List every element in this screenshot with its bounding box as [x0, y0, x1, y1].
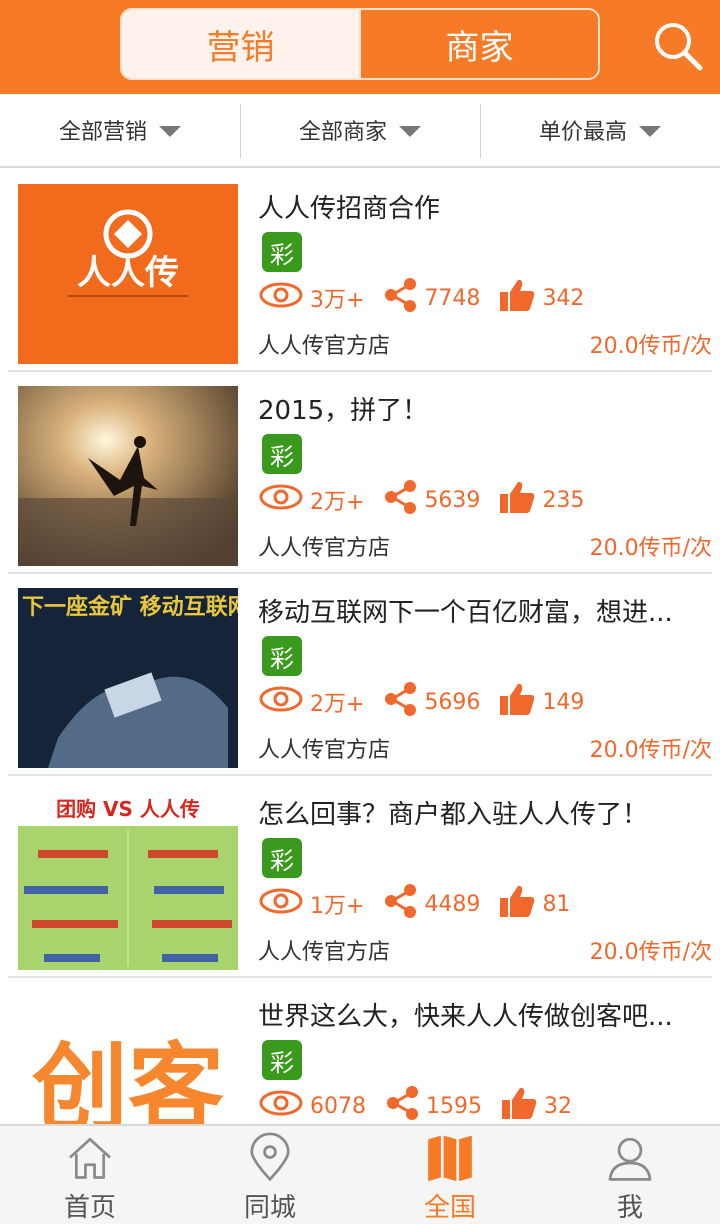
- item-title: 世界这么大，快来人人传做创客吧...: [258, 1002, 673, 1032]
- nav-me[interactable]: 我: [540, 1126, 720, 1224]
- map-icon: [428, 1135, 472, 1182]
- item-stats: 2万+ 5639 235: [258, 480, 602, 520]
- list-item[interactable]: 团购 VS 人人传 怎么回事？商户都入驻人人传了！ 彩 1万+ 4489 81 …: [8, 776, 712, 978]
- nav-label: 我: [616, 1193, 643, 1223]
- filter-sort[interactable]: 单价最高: [480, 94, 720, 166]
- likes-count: 81: [542, 891, 571, 917]
- shares-count: 5639: [424, 487, 481, 513]
- item-stats: 1万+ 4489 81: [258, 884, 588, 924]
- nav-local[interactable]: 同城: [180, 1126, 360, 1224]
- views-count: 3万+: [310, 288, 365, 313]
- shares-count: 1595: [426, 1093, 482, 1119]
- item-title: 2015，拼了！: [258, 396, 429, 426]
- thumb-headline: 创客: [31, 1033, 224, 1124]
- item-title: 怎么回事？商户都入驻人人传了！: [258, 800, 649, 830]
- nav-home[interactable]: 首页: [0, 1126, 180, 1224]
- thumbs-up-icon: [498, 681, 536, 723]
- item-title: 人人传招商合作: [258, 194, 441, 224]
- nav-label: 首页: [63, 1193, 116, 1223]
- item-price: 20.0传币/次: [589, 536, 712, 561]
- item-thumbnail: 团购 VS 人人传: [18, 790, 238, 970]
- item-stats: 3万+ 7748 342: [258, 278, 602, 318]
- color-badge: 彩: [262, 232, 302, 272]
- nav-label: 全国: [423, 1193, 476, 1223]
- share-icon: [382, 883, 418, 925]
- home-icon: [69, 1137, 111, 1179]
- eye-icon: [258, 886, 304, 922]
- likes-count: 235: [542, 487, 585, 513]
- nav-label: 同城: [243, 1193, 296, 1223]
- marketing-list: 人人传 人人传招商合作 彩 3万+ 7748 342 人人传官方店 20.0传币…: [0, 170, 720, 1124]
- eye-icon: [258, 482, 304, 518]
- shop-name: 人人传官方店: [258, 738, 391, 763]
- eye-icon: [258, 684, 304, 720]
- shop-name: 人人传官方店: [258, 940, 391, 965]
- views-count: 2万+: [310, 692, 365, 717]
- item-price: 20.0传币/次: [589, 738, 712, 763]
- item-price: 20.0传币/次: [589, 940, 712, 965]
- thumb-headline: 下一座金矿 移动互联网: [22, 594, 238, 620]
- filter-label: 单价最高: [538, 120, 627, 145]
- item-stats: 2万+ 5696 149: [258, 682, 602, 722]
- search-icon[interactable]: [650, 18, 706, 74]
- chevron-down-icon: [399, 125, 421, 137]
- share-icon: [382, 479, 418, 521]
- eye-icon: [258, 1088, 304, 1124]
- item-stats: 6078 1595 32: [258, 1086, 590, 1124]
- thumbs-up-icon: [500, 1085, 538, 1124]
- color-badge: 彩: [262, 434, 302, 474]
- likes-count: 342: [542, 285, 585, 311]
- views-count: 1万+: [310, 894, 365, 919]
- chevron-down-icon: [639, 125, 661, 137]
- thumb-logo-text: 人人传: [77, 253, 179, 293]
- shares-count: 5696: [424, 689, 481, 715]
- share-icon: [382, 681, 418, 723]
- shares-count: 4489: [424, 891, 481, 917]
- user-icon: [608, 1137, 652, 1181]
- filter-label: 全部商家: [298, 120, 387, 145]
- item-thumbnail: 人人传: [18, 184, 238, 364]
- item-thumbnail: [18, 386, 238, 566]
- chevron-down-icon: [159, 125, 181, 137]
- tab-merchants[interactable]: 商家: [359, 10, 598, 78]
- likes-count: 149: [542, 689, 585, 715]
- item-thumbnail: 下一座金矿 移动互联网: [18, 588, 238, 768]
- nav-national[interactable]: 全国: [360, 1126, 540, 1224]
- filter-bar: 全部营销 全部商家 单价最高: [0, 94, 720, 168]
- location-pin-icon: [250, 1132, 290, 1182]
- list-item[interactable]: 下一座金矿 移动互联网 移动互联网下一个百亿财富，想进... 彩 2万+ 569…: [8, 574, 712, 776]
- list-item[interactable]: 创客 世界这么大，快来人人传做创客吧... 彩 6078 1595 32: [8, 978, 712, 1124]
- item-thumbnail: 创客: [18, 992, 238, 1124]
- eye-icon: [258, 280, 304, 316]
- shares-count: 7748: [424, 285, 481, 311]
- color-badge: 彩: [262, 636, 302, 676]
- likes-count: 32: [544, 1093, 572, 1119]
- thumb-headline: 团购 VS 人人传: [56, 797, 200, 821]
- item-price: 20.0传币/次: [589, 334, 712, 359]
- filter-merchant[interactable]: 全部商家: [240, 94, 480, 166]
- list-item[interactable]: 人人传 人人传招商合作 彩 3万+ 7748 342 人人传官方店 20.0传币…: [8, 170, 712, 372]
- segmented-control: 营销 商家: [120, 8, 600, 80]
- tab-marketing[interactable]: 营销: [122, 10, 359, 78]
- list-item[interactable]: 2015，拼了！ 彩 2万+ 5639 235 人人传官方店 20.0传币/次: [8, 372, 712, 574]
- share-icon: [382, 277, 418, 319]
- color-badge: 彩: [262, 1040, 302, 1080]
- color-badge: 彩: [262, 838, 302, 878]
- shop-name: 人人传官方店: [258, 334, 391, 359]
- thumbs-up-icon: [498, 277, 536, 319]
- thumbs-up-icon: [498, 883, 536, 925]
- top-bar: 营销 商家: [0, 0, 720, 94]
- filter-label: 全部营销: [58, 120, 147, 145]
- filter-marketing-type[interactable]: 全部营销: [0, 94, 240, 166]
- shop-name: 人人传官方店: [258, 536, 391, 561]
- thumbs-up-icon: [498, 479, 536, 521]
- item-title: 移动互联网下一个百亿财富，想进...: [258, 598, 673, 628]
- share-icon: [384, 1085, 420, 1124]
- bottom-nav: 首页 同城 全国 我: [0, 1124, 720, 1224]
- views-count: 6078: [310, 1093, 366, 1119]
- views-count: 2万+: [310, 490, 365, 515]
